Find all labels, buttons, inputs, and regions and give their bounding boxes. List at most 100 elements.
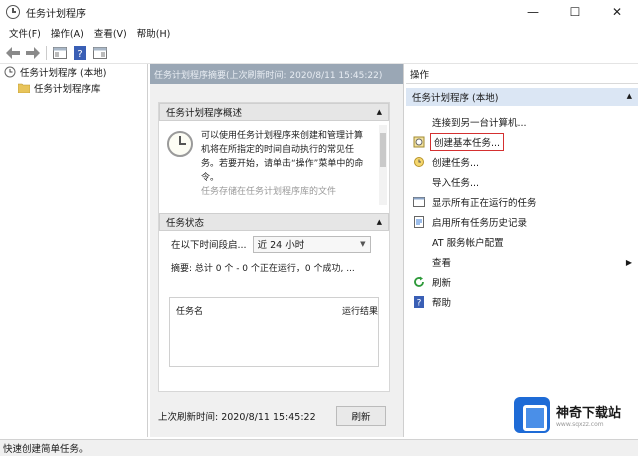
status-bar: 快速创建简单任务。: [0, 439, 638, 456]
actions-group-label: 任务计划程序 (本地): [412, 93, 499, 104]
clock-icon: [4, 66, 16, 78]
task-scheduler-clock-icon: [167, 131, 193, 157]
submenu-arrow-icon: ▶: [625, 257, 632, 267]
action-label: AT 服务帐户配置: [432, 238, 504, 249]
maximize-button[interactable]: ☐: [554, 0, 596, 24]
forward-button[interactable]: [23, 44, 43, 62]
actions-title: 操作: [406, 64, 638, 84]
back-arrow-icon: [6, 46, 20, 59]
help-toolbar-button[interactable]: ?: [70, 44, 90, 62]
console-tree-icon: [53, 46, 67, 59]
create-basic-task-icon: [412, 135, 426, 149]
collapse-icon[interactable]: ▲: [377, 108, 382, 116]
watermark-title: 神奇下载站: [556, 406, 622, 421]
action-label: 创建基本任务...: [429, 133, 505, 151]
title-bar: 任务计划程序 — ☐ ✕: [0, 0, 638, 24]
refresh-icon: [412, 275, 426, 289]
help-icon: ?: [412, 295, 426, 309]
window-title: 任务计划程序: [26, 8, 86, 20]
actions-pane: 操作 任务计划程序 (本地) ▲ 连接到另一台计算机... 创建基本任务... …: [406, 64, 638, 437]
back-button[interactable]: [3, 44, 23, 62]
watermark-url: www.sqxzz.com: [556, 421, 604, 428]
refresh-button[interactable]: 刷新: [336, 406, 386, 426]
menu-file[interactable]: 文件(F): [4, 26, 46, 40]
watermark-logo-icon: [514, 397, 550, 433]
tree-item-label: 任务计划程序库: [34, 84, 101, 95]
action-connect-computer[interactable]: 连接到另一台计算机...: [406, 112, 638, 132]
close-button[interactable]: ✕: [596, 0, 638, 24]
last-refresh-time: 上次刷新时间: 2020/8/11 15:45:22: [158, 412, 316, 423]
overview-body: 可以使用任务计划程序来创建和管理计算机将在所指定的时间自动执行的常见任务。若要开…: [159, 121, 389, 213]
summary-header: 任务计划程序摘要(上次刷新时间: 2020/8/11 15:45:22): [150, 64, 403, 84]
toolbar: ?: [0, 42, 638, 64]
action-label: 帮助: [432, 298, 452, 309]
watermark-text: 神奇下载站 www.sqxzz.com: [556, 402, 621, 428]
history-icon: [412, 215, 426, 229]
create-task-icon: [412, 155, 426, 169]
action-help[interactable]: ? 帮助: [406, 292, 638, 312]
action-import-task[interactable]: 导入任务...: [406, 172, 638, 192]
help-book-icon: ?: [74, 45, 86, 60]
forward-arrow-icon: [26, 46, 40, 59]
overview-section-header[interactable]: 任务计划程序概述 ▲: [159, 103, 389, 121]
action-label: 查看: [432, 258, 452, 269]
action-view[interactable]: 查看 ▶: [406, 252, 638, 272]
minimize-button[interactable]: —: [512, 0, 554, 24]
task-status-section-title: 任务状态: [166, 218, 205, 229]
status-summary: 摘要: 总计 0 个 - 0 个正在运行，0 个成功, ...: [171, 263, 355, 274]
time-range-label: 在以下时间段启...: [171, 240, 247, 251]
tree-item-task-scheduler-library[interactable]: 任务计划程序库: [0, 80, 147, 96]
time-range-row: 在以下时间段启... 近 24 小时 ▼: [159, 231, 389, 257]
time-range-select[interactable]: 近 24 小时 ▼: [252, 235, 371, 253]
action-refresh[interactable]: 刷新: [406, 272, 638, 292]
column-task-name[interactable]: 任务名: [176, 304, 203, 317]
task-scheduler-app-icon: [6, 5, 20, 19]
action-label: 刷新: [432, 278, 452, 289]
table-header: 任务名 运行结果: [170, 298, 378, 317]
column-run-result[interactable]: 运行结果: [342, 304, 378, 317]
svg-text:?: ?: [417, 299, 422, 309]
actions-list: 连接到另一台计算机... 创建基本任务... 创建任务... 导入任务... 显…: [406, 112, 638, 312]
window-controls: — ☐ ✕: [512, 0, 638, 24]
action-label: 创建任务...: [432, 158, 480, 169]
svg-text:?: ?: [77, 49, 82, 60]
running-tasks-icon: [412, 195, 426, 209]
tree-item-task-scheduler-local[interactable]: 任务计划程序 (本地): [0, 64, 147, 80]
collapse-icon[interactable]: ▲: [627, 92, 632, 100]
action-create-basic-task[interactable]: 创建基本任务...: [406, 132, 638, 152]
at-service-icon: [412, 235, 426, 249]
summary-content: 任务计划程序概述 ▲ 可以使用任务计划程序来创建和管理计算机将在所指定的时间自动…: [158, 102, 390, 392]
action-at-service-config[interactable]: AT 服务帐户配置: [406, 232, 638, 252]
tree-item-label: 任务计划程序 (本地): [20, 68, 107, 79]
import-icon: [412, 175, 426, 189]
task-status-section-header[interactable]: 任务状态 ▲: [159, 213, 389, 231]
time-range-value: 近 24 小时: [257, 240, 305, 251]
task-status-table[interactable]: 任务名 运行结果: [169, 297, 379, 367]
view-icon: [412, 255, 426, 269]
action-create-task[interactable]: 创建任务...: [406, 152, 638, 172]
computer-icon: [412, 115, 426, 129]
action-label: 显示所有正在运行的任务: [432, 198, 537, 209]
summary-pane: 任务计划程序摘要(上次刷新时间: 2020/8/11 15:45:22) 任务计…: [150, 64, 404, 437]
toolbar-separator: [46, 45, 47, 60]
collapse-icon[interactable]: ▲: [377, 218, 382, 226]
site-watermark: 神奇下载站 www.sqxzz.com: [514, 396, 634, 434]
action-label: 启用所有任务历史记录: [432, 218, 528, 229]
overview-scrollbar[interactable]: [379, 125, 387, 205]
overview-text: 可以使用任务计划程序来创建和管理计算机将在所指定的时间自动执行的常见任务。若要开…: [201, 131, 364, 183]
show-hide-action-pane-button[interactable]: [90, 44, 110, 62]
menu-help[interactable]: 帮助(H): [132, 26, 176, 40]
action-enable-history[interactable]: 启用所有任务历史记录: [406, 212, 638, 232]
action-show-running-tasks[interactable]: 显示所有正在运行的任务: [406, 192, 638, 212]
show-hide-console-tree-button[interactable]: [50, 44, 70, 62]
action-label: 连接到另一台计算机...: [432, 118, 527, 129]
menu-view[interactable]: 查看(V): [89, 26, 132, 40]
overview-section-title: 任务计划程序概述: [166, 108, 243, 119]
overview-text-cut: 任务存储在任务计划程序库的文件: [201, 187, 337, 197]
status-text: 快速创建简单任务。: [3, 444, 89, 455]
folder-icon: [18, 83, 30, 93]
actions-group-header[interactable]: 任务计划程序 (本地) ▲: [406, 88, 638, 106]
menu-bar: 文件(F) 操作(A) 查看(V) 帮助(H): [0, 24, 638, 42]
menu-action[interactable]: 操作(A): [46, 26, 89, 40]
console-tree: 任务计划程序 (本地) 任务计划程序库: [0, 64, 148, 437]
